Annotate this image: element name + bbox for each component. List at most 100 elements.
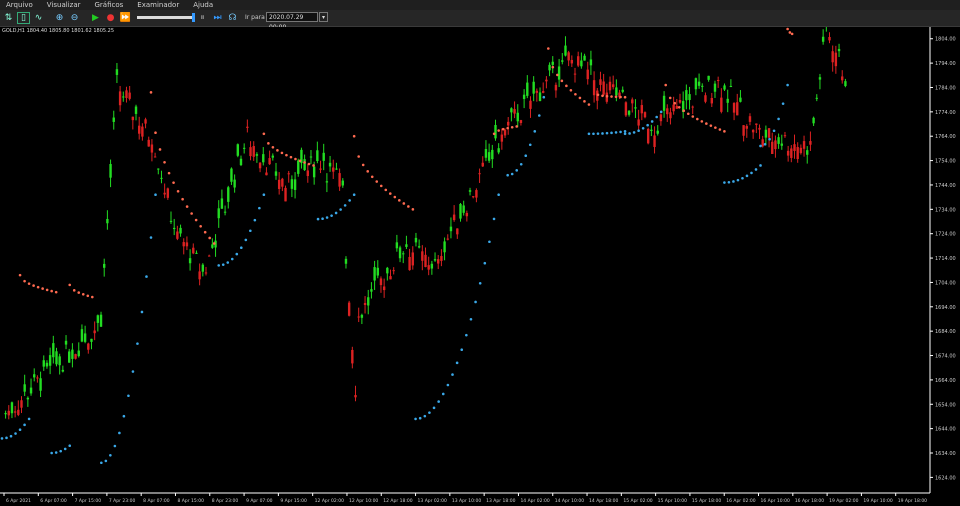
sar-dot (551, 65, 555, 69)
chart-canvas[interactable]: 1804.00 1794.00 1784.00 1774.00 1764.00 1754.… (0, 27, 960, 506)
date-dropdown-button[interactable]: ▾ (319, 12, 328, 22)
candle-body (561, 60, 564, 62)
sar-dot (100, 461, 103, 465)
candle-body (106, 218, 109, 224)
slider-knob[interactable] (192, 13, 195, 22)
candle-body (39, 378, 42, 391)
sar-dot (86, 294, 90, 298)
menu-examinador[interactable]: Examinador (137, 0, 179, 10)
candle-body (526, 82, 529, 96)
price-tick-label: 1674.00 (935, 354, 956, 360)
candle-body (780, 143, 783, 146)
candle-body (522, 94, 526, 99)
sar-dot (547, 47, 550, 50)
candle-body (806, 150, 809, 155)
sar-dot (181, 197, 184, 201)
sar-dot (217, 264, 221, 267)
candle-body (443, 241, 446, 253)
candle-body (732, 102, 736, 113)
candle-body (370, 289, 373, 292)
price-tick-label: 1774.00 (935, 110, 956, 116)
candle-body (287, 173, 290, 175)
candle-body (487, 152, 491, 161)
candle-body (325, 181, 329, 183)
sar-dot (154, 193, 157, 197)
sar-dot (23, 279, 26, 283)
candle-body (634, 107, 637, 109)
candle-body (809, 141, 812, 145)
candle-body (608, 81, 612, 91)
chart-zoom-box-icon[interactable]: ▯ (17, 12, 30, 24)
sar-dot (601, 94, 604, 98)
candle-body (29, 387, 33, 394)
sar-dot (446, 383, 450, 387)
step-icon[interactable]: ⏩ (119, 12, 132, 24)
sar-dot (50, 451, 53, 455)
candle-body (99, 314, 103, 327)
speed-slider[interactable] (137, 13, 195, 22)
candle-body (761, 139, 764, 147)
line-chart-icon[interactable]: ∿ (32, 12, 45, 24)
sar-dot (682, 109, 686, 113)
candle-body (611, 84, 615, 88)
candle-body (347, 302, 351, 316)
menu-visualizar[interactable]: Visualizar (47, 0, 81, 10)
sar-dot (583, 100, 586, 103)
candle-body (465, 212, 469, 217)
candle-body (624, 102, 628, 116)
play-icon[interactable]: ▶ (89, 12, 102, 24)
sar-dot (18, 273, 22, 277)
candle-body (144, 119, 147, 124)
candle-body (131, 116, 135, 121)
sar-dot (673, 101, 677, 105)
headset-icon[interactable]: ☊ (226, 12, 239, 24)
candle-body (417, 246, 421, 248)
candle-body (424, 254, 427, 268)
zoom-in-icon[interactable]: ⊕ (53, 12, 66, 24)
candle-body (236, 144, 240, 156)
chart-type-icon[interactable]: ⇅ (2, 12, 15, 24)
menu-graficos[interactable]: Gráficos (94, 0, 123, 10)
candle-body (507, 121, 510, 126)
zoom-out-icon[interactable]: ⊖ (68, 12, 81, 24)
sar-dot (691, 115, 695, 118)
sar-dot (239, 246, 243, 250)
candle-body (621, 89, 624, 92)
sar-dot (578, 96, 582, 100)
sar-dot (370, 175, 374, 179)
sar-dot (379, 184, 383, 188)
time-tick-label: 19 Apr 02:00 (829, 498, 858, 504)
price-tick-label: 1724.00 (935, 232, 956, 238)
sar-dot (497, 129, 500, 132)
candle-body (751, 129, 755, 133)
sar-dot (455, 361, 459, 365)
candle-body (309, 156, 313, 158)
time-tick-label: 8 Apr 15:00 (177, 498, 204, 504)
goto-date-input[interactable]: 2020.07.29 00:00 (266, 12, 318, 31)
stop-icon[interactable]: ● (104, 12, 117, 24)
menu-ajuda[interactable]: Ajuda (193, 0, 213, 10)
skip-icon[interactable]: ⏭ (211, 12, 224, 24)
candle-body (227, 187, 230, 202)
menu-arquivo[interactable]: Arquivo (6, 0, 33, 10)
candle-body (230, 168, 233, 182)
sar-dot (741, 176, 744, 180)
candle-body (322, 152, 325, 161)
candle-body (529, 100, 532, 109)
candle-body (627, 110, 631, 115)
candle-body (395, 242, 399, 249)
candle-body (33, 374, 36, 378)
candle-body (599, 79, 602, 85)
sar-dot (167, 171, 171, 175)
pause-icon[interactable]: ⏸ (196, 12, 209, 24)
candle-body (335, 168, 338, 170)
candle-body (96, 315, 100, 323)
price-tick-label: 1764.00 (935, 134, 956, 140)
sar-dot (136, 342, 139, 345)
sar-dot (221, 263, 225, 266)
candle-body (666, 108, 669, 115)
sar-dot (528, 143, 532, 147)
sar-dot (587, 103, 591, 106)
price-chart[interactable]: 1804.00 1794.00 1784.00 1774.00 1764.00 1754.… (0, 27, 960, 506)
candle-body (71, 349, 74, 359)
